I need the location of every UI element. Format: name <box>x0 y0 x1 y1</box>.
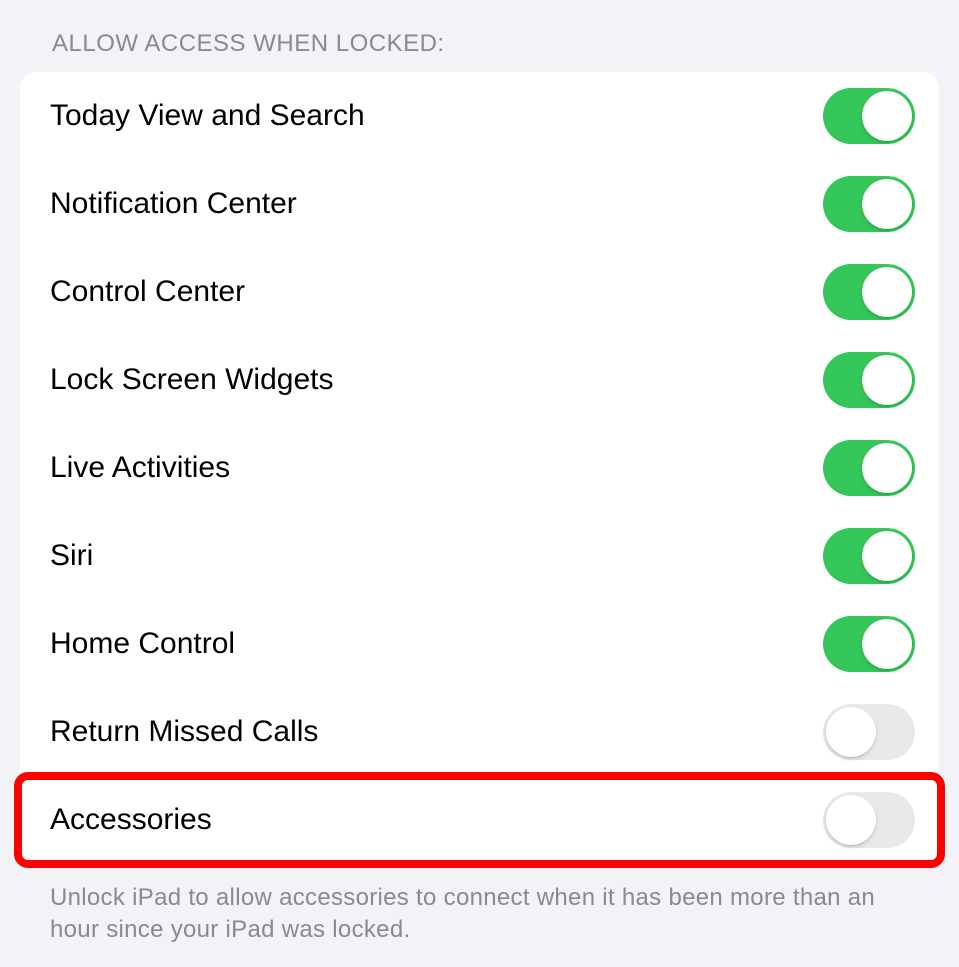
toggle-knob <box>862 267 912 317</box>
toggle-knob <box>826 795 876 845</box>
setting-row-wrapper: Siri <box>20 512 939 600</box>
setting-label: Today View and Search <box>50 99 365 133</box>
toggle-knob <box>862 531 912 581</box>
setting-label: Accessories <box>50 803 212 837</box>
setting-label: Return Missed Calls <box>50 715 318 749</box>
settings-section: ALLOW ACCESS WHEN LOCKED: Today View and… <box>0 0 959 967</box>
toggle-knob <box>862 179 912 229</box>
toggle-home-control[interactable] <box>823 616 915 672</box>
toggle-today-view[interactable] <box>823 88 915 144</box>
settings-group: Today View and Search Notification Cente… <box>20 72 939 864</box>
setting-row-wrapper: Accessories <box>20 776 939 864</box>
setting-row-wrapper: Control Center <box>20 248 939 336</box>
section-header: ALLOW ACCESS WHEN LOCKED: <box>20 30 939 72</box>
setting-label: Live Activities <box>50 451 230 485</box>
toggle-knob <box>862 91 912 141</box>
setting-row-siri: Siri <box>20 512 939 600</box>
toggle-knob <box>862 355 912 405</box>
toggle-live-activities[interactable] <box>823 440 915 496</box>
toggle-siri[interactable] <box>823 528 915 584</box>
setting-label: Notification Center <box>50 187 297 221</box>
toggle-knob <box>862 619 912 669</box>
setting-row-home-control: Home Control <box>20 600 939 688</box>
setting-row-today-view: Today View and Search <box>20 72 939 160</box>
setting-row-wrapper: Today View and Search <box>20 72 939 160</box>
setting-row-wrapper: Home Control <box>20 600 939 688</box>
setting-row-live-activities: Live Activities <box>20 424 939 512</box>
setting-row-wrapper: Return Missed Calls <box>20 688 939 776</box>
setting-row-control-center: Control Center <box>20 248 939 336</box>
setting-row-accessories: Accessories <box>20 776 939 864</box>
toggle-lock-screen-widgets[interactable] <box>823 352 915 408</box>
toggle-control-center[interactable] <box>823 264 915 320</box>
setting-row-wrapper: Lock Screen Widgets <box>20 336 939 424</box>
setting-label: Home Control <box>50 627 235 661</box>
toggle-knob <box>862 443 912 493</box>
toggle-knob <box>826 707 876 757</box>
setting-row-wrapper: Live Activities <box>20 424 939 512</box>
setting-label: Control Center <box>50 275 245 309</box>
setting-row-notification-center: Notification Center <box>20 160 939 248</box>
setting-label: Lock Screen Widgets <box>50 363 333 397</box>
toggle-notification-center[interactable] <box>823 176 915 232</box>
setting-row-wrapper: Notification Center <box>20 160 939 248</box>
setting-row-return-missed-calls: Return Missed Calls <box>20 688 939 776</box>
section-footer: Unlock iPad to allow accessories to conn… <box>20 864 939 947</box>
toggle-accessories[interactable] <box>823 792 915 848</box>
setting-row-lock-screen-widgets: Lock Screen Widgets <box>20 336 939 424</box>
toggle-return-missed-calls[interactable] <box>823 704 915 760</box>
setting-label: Siri <box>50 539 93 573</box>
